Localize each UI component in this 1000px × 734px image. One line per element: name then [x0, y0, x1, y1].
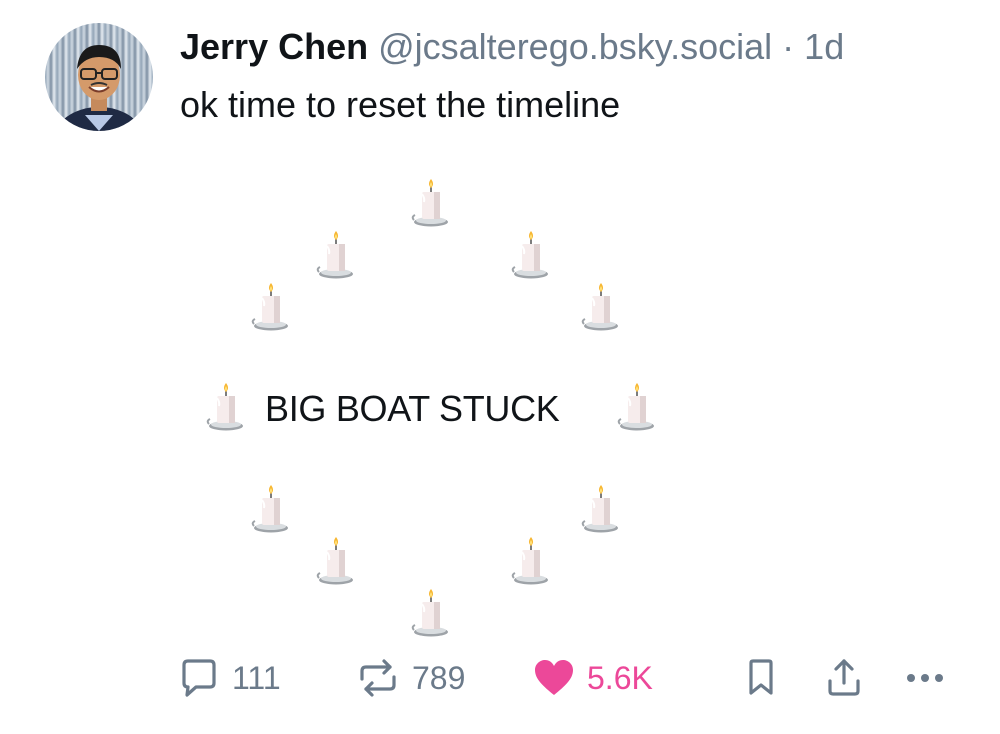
big-boat-stuck-text: BIG BOAT STUCK — [265, 388, 560, 429]
avatar-photo — [55, 45, 143, 131]
candle-icon — [580, 484, 620, 534]
candle-icon — [616, 382, 656, 432]
post-text: ok time to reset the timeline — [180, 84, 621, 125]
reply-icon — [182, 659, 216, 697]
repost-button[interactable]: 789 — [356, 655, 465, 701]
avatar[interactable] — [45, 23, 153, 131]
author-name[interactable]: Jerry Chen — [180, 26, 368, 67]
candle-icon — [510, 536, 550, 586]
author-handle[interactable]: @jcsalterego.bsky.social — [378, 26, 772, 67]
like-count: 5.6K — [587, 659, 653, 696]
reply-button[interactable]: 111 — [178, 655, 281, 701]
bookmark-icon — [749, 659, 773, 695]
post-age[interactable]: 1d — [804, 26, 844, 67]
candle-icon — [315, 230, 355, 280]
more-button[interactable] — [903, 655, 947, 701]
candle-icon — [315, 536, 355, 586]
post-header: Jerry Chen @jcsalterego.bsky.social · 1d — [180, 26, 844, 68]
candle-icon — [250, 282, 290, 332]
candle-icon — [510, 230, 550, 280]
heart-icon — [535, 660, 573, 695]
repost-count: 789 — [412, 659, 466, 696]
more-icon — [907, 674, 943, 682]
candle-icon — [580, 282, 620, 332]
candle-icon — [250, 484, 290, 534]
reply-count: 111 — [232, 659, 281, 696]
candle-icon — [410, 588, 450, 638]
repost-icon — [360, 659, 396, 697]
candle-icon — [410, 178, 450, 228]
like-button[interactable]: 5.6K — [533, 655, 653, 701]
action-bar: 111 789 5.6K — [0, 655, 1000, 701]
share-button[interactable] — [824, 655, 864, 701]
bookmark-button[interactable] — [743, 655, 779, 701]
separator: · — [782, 26, 795, 67]
share-icon — [828, 659, 860, 696]
candle-icon — [205, 382, 245, 432]
